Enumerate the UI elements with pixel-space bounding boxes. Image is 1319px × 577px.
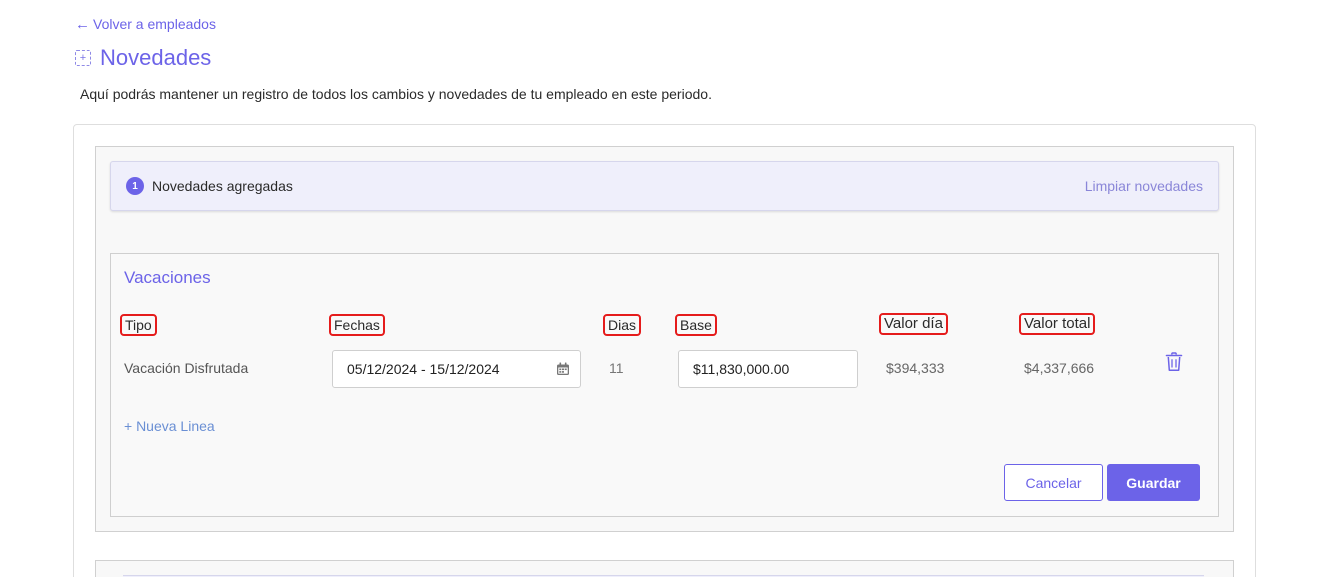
column-header-base: Base [675,314,717,336]
add-novelty-icon: + [75,50,91,66]
row-valor-dia-value: $394,333 [886,360,945,376]
column-header-tipo: Tipo [120,314,157,336]
row-dias-value: 11 [609,360,624,376]
column-header-dias: Dias [603,314,642,336]
cancel-button[interactable]: Cancelar [1004,464,1103,501]
novelties-count-badge: 1 [126,177,144,195]
trash-icon[interactable] [1165,352,1183,372]
date-range-value: 05/12/2024 - 15/12/2024 [347,361,500,377]
column-header-fechas: Fechas [329,314,385,336]
back-link-label: Volver a empleados [93,16,216,32]
date-range-field[interactable]: 05/12/2024 - 15/12/2024 [332,350,581,388]
save-button[interactable]: Guardar [1107,464,1200,501]
base-input[interactable]: $11,830,000.00 [678,350,858,388]
novelties-summary-label: Novedades agregadas [152,178,293,194]
page-title: + Novedades [75,45,211,71]
page-title-text: Novedades [100,45,212,70]
clear-novelties-link[interactable]: Limpiar novedades [1085,178,1203,194]
add-new-line-link[interactable]: + Nueva Linea [124,418,215,434]
column-header-valor-total: Valor total [1019,313,1096,335]
row-tipo-value: Vacación Disfrutada [124,360,249,376]
novelty-card-title: Vacaciones [124,268,211,287]
back-to-employees-link[interactable]: ← Volver a empleados [75,16,216,32]
page-subtitle: Aquí podrás mantener un registro de todo… [80,86,712,102]
arrow-left-icon: ← [75,15,90,33]
calendar-icon[interactable] [556,362,570,376]
novelties-summary-bar: 1 Novedades agregadas Limpiar novedades [110,161,1219,211]
row-valor-total-value: $4,337,666 [1024,360,1095,376]
base-input-value: $11,830,000.00 [693,361,790,377]
column-header-valor-dia: Valor día [879,313,948,335]
